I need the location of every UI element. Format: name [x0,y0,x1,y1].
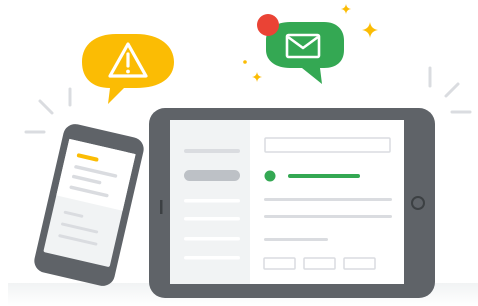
status-line [288,174,360,178]
content-line [264,198,392,201]
illustration-canvas [0,0,478,306]
content-line [264,238,328,241]
notification-dot [257,14,279,36]
warning-bubble [82,34,174,104]
status-dot [264,170,276,182]
tablet-burst-lines [428,66,472,114]
phone-burst-lines [24,87,72,134]
sparkle-dot [243,60,247,64]
phone-device [34,124,144,286]
tablet-device [149,108,435,298]
tablet-side-button [160,200,163,214]
devices-illustration [24,4,472,298]
sidebar-selected-item [184,170,240,181]
sparkle-icon [341,4,351,14]
mail-bubble [257,14,344,84]
sidebar-line [184,237,240,241]
sidebar-line [184,199,240,203]
content-line [264,215,392,218]
sparkle-icon [362,22,378,38]
sidebar-line [184,217,240,221]
sidebar-line [184,256,240,260]
sidebar-line [184,149,240,153]
sparkle-icon [252,72,262,82]
